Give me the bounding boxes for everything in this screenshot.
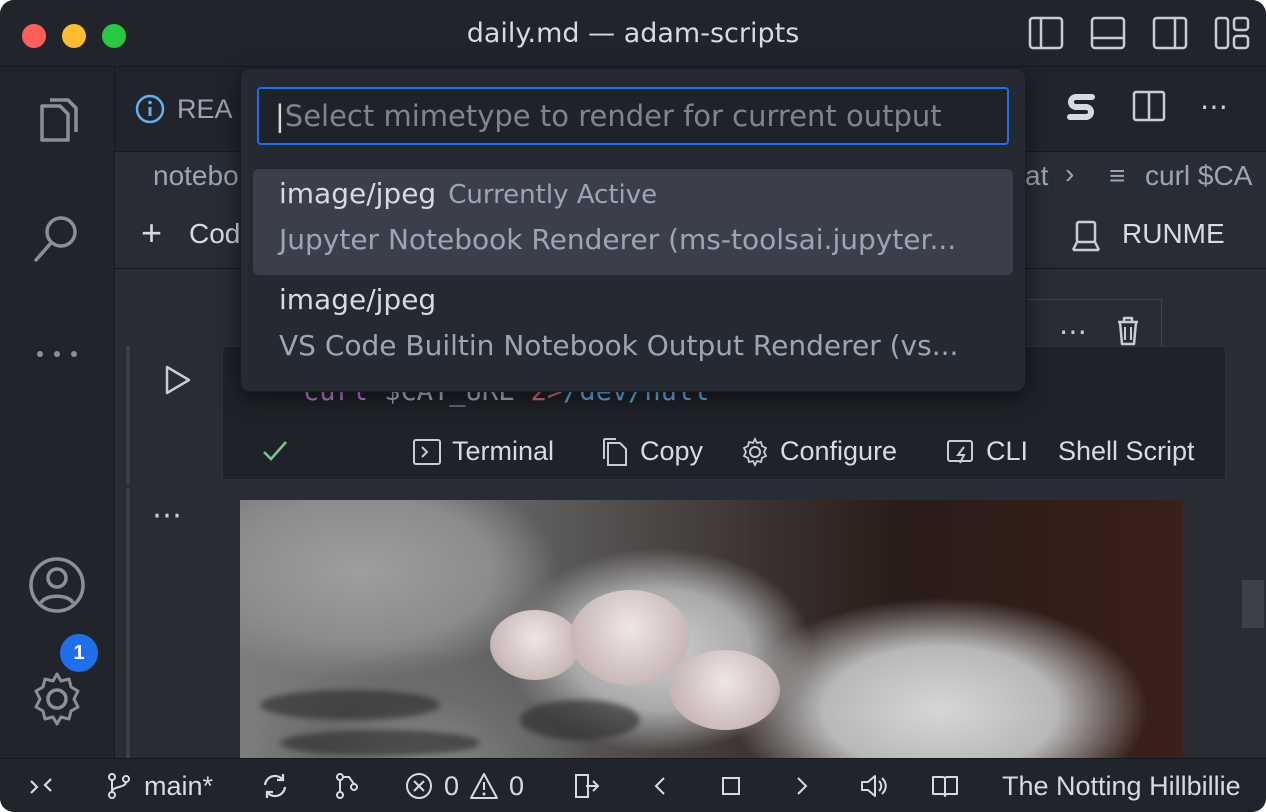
- copy-button[interactable]: Copy: [600, 436, 703, 467]
- problems-indicator[interactable]: 0 0: [404, 769, 524, 803]
- run-cell-icon[interactable]: [162, 364, 192, 396]
- git-branch-icon: [108, 773, 130, 799]
- gear-icon: [742, 436, 768, 467]
- book-icon: [932, 776, 958, 797]
- copy-icon: [603, 437, 627, 466]
- plus-icon[interactable]: +: [141, 212, 162, 254]
- title-bar: daily.md — adam-scripts: [0, 0, 1266, 67]
- remote-icon: [30, 778, 52, 794]
- add-code-cell-button[interactable]: Cod: [189, 218, 240, 250]
- branch-indicator[interactable]: main*: [104, 769, 213, 803]
- breadcrumb-root[interactable]: notebo: [153, 160, 239, 192]
- cell-more-icon[interactable]: ⋯: [1059, 315, 1087, 348]
- exit-icon: [575, 774, 600, 798]
- chevron-right-icon: ›: [1065, 158, 1075, 189]
- settings-update-badge: 1: [58, 632, 100, 674]
- sync-icon: [263, 774, 287, 798]
- mimetype-label: image/jpeg: [279, 283, 437, 316]
- stop-icon: [722, 777, 740, 795]
- symbol-text-icon: ≡: [1109, 160, 1126, 191]
- more-actions-icon[interactable]: ⋯: [1200, 90, 1228, 123]
- explorer-icon[interactable]: [27, 91, 87, 151]
- renderer-description: VS Code Builtin Notebook Output Renderer…: [279, 329, 959, 362]
- chevron-left-icon: [654, 777, 665, 795]
- mimetype-search-input[interactable]: |Select mimetype to render for current o…: [257, 87, 1009, 145]
- remote-indicator[interactable]: [26, 769, 56, 803]
- scrollbar-thumb[interactable]: [1242, 580, 1264, 628]
- accounts-icon[interactable]: [27, 555, 87, 615]
- output-more-icon[interactable]: ⋯: [152, 498, 184, 533]
- toggle-primary-sidebar-icon[interactable]: [1028, 16, 1064, 50]
- delete-cell-icon[interactable]: [1115, 315, 1141, 347]
- cli-icon: [947, 439, 973, 463]
- more-views-icon[interactable]: [27, 323, 87, 383]
- error-icon: [406, 773, 432, 799]
- shell-script-language-button[interactable]: Shell Script: [1058, 436, 1195, 467]
- active-note: Currently Active: [448, 180, 658, 210]
- output-focus-indicator: [126, 488, 130, 758]
- breadcrumb-current[interactable]: curl $CA: [1145, 160, 1252, 192]
- layout-controls: [1028, 16, 1250, 50]
- cell-focus-indicator: [126, 346, 130, 484]
- chevron-right-icon: [797, 777, 808, 795]
- toggle-secondary-sidebar-icon[interactable]: [1152, 16, 1188, 50]
- media-stop-button[interactable]: [716, 769, 746, 803]
- runme-logo-icon[interactable]: [1064, 89, 1098, 123]
- breadcrumb-fragment[interactable]: at: [1025, 160, 1048, 192]
- speaker-icon: [861, 775, 887, 797]
- split-editor-icon[interactable]: [1132, 90, 1166, 122]
- now-playing-label[interactable]: The Notting Hillbillie: [1002, 769, 1241, 803]
- editor-actions: ⬇ ⋯: [1013, 89, 1228, 123]
- success-check-icon: [260, 436, 290, 466]
- media-previous-button[interactable]: [646, 769, 676, 803]
- lyrics-button[interactable]: [930, 769, 960, 803]
- mimetype-label: image/jpeg: [279, 177, 437, 210]
- customize-layout-icon[interactable]: [1214, 16, 1250, 50]
- renderer-description: Jupyter Notebook Renderer (ms-toolsai.ju…: [279, 223, 957, 256]
- quick-pick-item-jupyter-renderer[interactable]: image/jpeg Currently Active Jupyter Noteb…: [253, 169, 1013, 275]
- cli-button[interactable]: CLI: [946, 436, 1028, 467]
- git-compare-icon: [336, 773, 358, 799]
- status-bar: main* 0 0 The Notting Hillbillie: [0, 758, 1266, 812]
- settings-gear-icon[interactable]: [27, 669, 87, 729]
- tab-readme[interactable]: REA: [135, 89, 233, 129]
- cell-output-image: [240, 500, 1183, 758]
- port-forward-button[interactable]: [572, 769, 602, 803]
- sync-button[interactable]: [260, 769, 290, 803]
- volume-button[interactable]: [858, 769, 888, 803]
- search-icon[interactable]: [27, 207, 87, 267]
- info-icon: [135, 94, 165, 124]
- runme-button[interactable]: RUNME: [1122, 218, 1225, 250]
- terminal-icon: [413, 438, 441, 465]
- media-next-button[interactable]: [786, 769, 816, 803]
- cell-status-bar: Terminal Copy Configure CLI Shell Script: [260, 436, 1220, 472]
- mimetype-quick-pick: |Select mimetype to render for current o…: [240, 68, 1026, 392]
- terminal-button[interactable]: Terminal: [412, 436, 554, 467]
- vscode-window: daily.md — adam-scripts 1 REA ⋯ notebo a…: [0, 0, 1266, 812]
- configure-button[interactable]: Configure: [740, 436, 897, 467]
- quick-pick-item-builtin-renderer[interactable]: image/jpeg VS Code Builtin Notebook Outp…: [253, 275, 1013, 381]
- tab-label: REA: [177, 93, 233, 124]
- toggle-panel-icon[interactable]: [1090, 16, 1126, 50]
- git-graph-button[interactable]: [332, 769, 362, 803]
- warning-icon: [470, 773, 499, 799]
- runme-terminal-icon: [1071, 220, 1101, 252]
